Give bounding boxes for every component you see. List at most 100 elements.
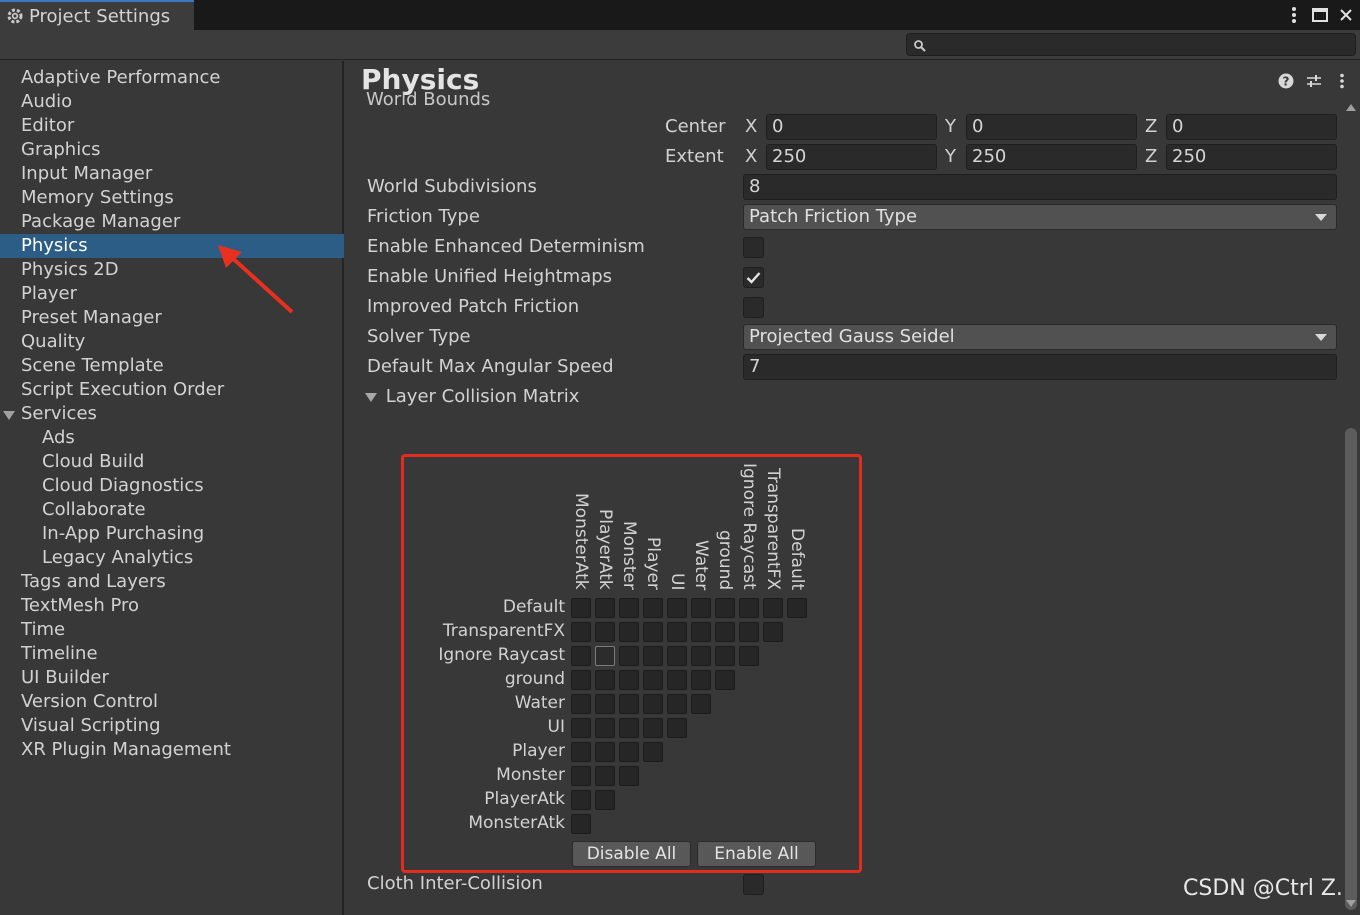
scroll-up-arrow-icon[interactable] [1346, 104, 1356, 111]
sidebar-item-collaborate[interactable]: Collaborate [0, 498, 344, 522]
sidebar-item-cloud-diagnostics[interactable]: Cloud Diagnostics [0, 474, 344, 498]
matrix-toggle-ground-playeratk[interactable] [595, 670, 615, 690]
matrix-toggle-ignore-raycast-ui[interactable] [667, 646, 687, 666]
sidebar-item-visual-scripting[interactable]: Visual Scripting [0, 714, 344, 738]
matrix-toggle-default-monsteratk[interactable] [571, 598, 591, 618]
matrix-toggle-default-player[interactable] [643, 598, 663, 618]
matrix-toggle-ignore-raycast-water[interactable] [691, 646, 711, 666]
sidebar-item-input-manager[interactable]: Input Manager [0, 162, 344, 186]
matrix-toggle-transparentfx-monster[interactable] [619, 622, 639, 642]
sidebar-item-script-execution-order[interactable]: Script Execution Order [0, 378, 344, 402]
sidebar-item-textmesh-pro[interactable]: TextMesh Pro [0, 594, 344, 618]
sidebar-item-ui-builder[interactable]: UI Builder [0, 666, 344, 690]
matrix-toggle-ground-monsteratk[interactable] [571, 670, 591, 690]
matrix-toggle-water-monster[interactable] [619, 694, 639, 714]
center-x-field[interactable]: 0 [766, 114, 937, 140]
disable-all-button[interactable]: Disable All [572, 841, 691, 867]
matrix-toggle-water-playeratk[interactable] [595, 694, 615, 714]
preset-sliders-icon[interactable] [1306, 72, 1322, 90]
layer-collision-matrix-foldout[interactable]: Layer Collision Matrix [364, 386, 579, 407]
matrix-toggle-default-ignore-raycast[interactable] [739, 598, 759, 618]
matrix-toggle-player-player[interactable] [643, 742, 663, 762]
matrix-toggle-ui-playeratk[interactable] [595, 718, 615, 738]
matrix-toggle-ground-water[interactable] [691, 670, 711, 690]
matrix-toggle-transparentfx-ui[interactable] [667, 622, 687, 642]
matrix-toggle-transparentfx-playeratk[interactable] [595, 622, 615, 642]
matrix-toggle-ui-monsteratk[interactable] [571, 718, 591, 738]
matrix-toggle-default-water[interactable] [691, 598, 711, 618]
matrix-toggle-default-ui[interactable] [667, 598, 687, 618]
help-icon[interactable]: ? [1278, 72, 1294, 90]
matrix-toggle-ground-player[interactable] [643, 670, 663, 690]
sidebar-item-memory-settings[interactable]: Memory Settings [0, 186, 344, 210]
matrix-toggle-default-monster[interactable] [619, 598, 639, 618]
more-options-icon[interactable] [1334, 72, 1350, 90]
matrix-toggle-player-monster[interactable] [619, 742, 639, 762]
cloth-inter-collision-checkbox[interactable] [743, 874, 764, 895]
matrix-toggle-default-playeratk[interactable] [595, 598, 615, 618]
max-angular-speed-field[interactable]: 7 [743, 354, 1337, 380]
sidebar-item-xr-plugin-management[interactable]: XR Plugin Management [0, 738, 344, 762]
sidebar-item-timeline[interactable]: Timeline [0, 642, 344, 666]
matrix-toggle-ignore-raycast-playeratk[interactable] [595, 646, 615, 666]
matrix-toggle-monster-monster[interactable] [619, 766, 639, 786]
matrix-toggle-playeratk-playeratk[interactable] [595, 790, 615, 810]
matrix-toggle-water-water[interactable] [691, 694, 711, 714]
sidebar-item-quality[interactable]: Quality [0, 330, 344, 354]
matrix-toggle-transparentfx-ignore-raycast[interactable] [739, 622, 759, 642]
sidebar-item-graphics[interactable]: Graphics [0, 138, 344, 162]
matrix-toggle-water-ui[interactable] [667, 694, 687, 714]
sidebar-item-services[interactable]: Services [0, 402, 344, 426]
more-options-icon[interactable] [1286, 5, 1302, 25]
matrix-toggle-monster-playeratk[interactable] [595, 766, 615, 786]
scroll-down-arrow-icon[interactable] [1346, 900, 1356, 907]
sidebar-item-time[interactable]: Time [0, 618, 344, 642]
matrix-toggle-transparentfx-player[interactable] [643, 622, 663, 642]
matrix-toggle-ui-player[interactable] [643, 718, 663, 738]
maximize-icon[interactable] [1312, 5, 1328, 25]
matrix-toggle-ground-ui[interactable] [667, 670, 687, 690]
center-z-field[interactable]: 0 [1166, 114, 1337, 140]
matrix-toggle-ui-ui[interactable] [667, 718, 687, 738]
sidebar-item-cloud-build[interactable]: Cloud Build [0, 450, 344, 474]
vertical-scrollbar[interactable] [1343, 100, 1360, 915]
matrix-toggle-water-player[interactable] [643, 694, 663, 714]
unified-heightmaps-checkbox[interactable] [743, 267, 764, 288]
matrix-toggle-ui-monster[interactable] [619, 718, 639, 738]
matrix-toggle-ignore-raycast-ground[interactable] [715, 646, 735, 666]
matrix-toggle-ignore-raycast-ignore-raycast[interactable] [739, 646, 759, 666]
center-y-field[interactable]: 0 [966, 114, 1137, 140]
matrix-toggle-ground-ground[interactable] [715, 670, 735, 690]
matrix-toggle-player-playeratk[interactable] [595, 742, 615, 762]
matrix-toggle-transparentfx-ground[interactable] [715, 622, 735, 642]
sidebar-item-legacy-analytics[interactable]: Legacy Analytics [0, 546, 344, 570]
sidebar-item-in-app-purchasing[interactable]: In-App Purchasing [0, 522, 344, 546]
matrix-toggle-playeratk-monsteratk[interactable] [571, 790, 591, 810]
sidebar-item-tags-and-layers[interactable]: Tags and Layers [0, 570, 344, 594]
sidebar-item-version-control[interactable]: Version Control [0, 690, 344, 714]
extent-y-field[interactable]: 250 [966, 144, 1137, 170]
close-icon[interactable] [1338, 5, 1354, 25]
matrix-toggle-monster-monsteratk[interactable] [571, 766, 591, 786]
sidebar-item-scene-template[interactable]: Scene Template [0, 354, 344, 378]
solver-type-dropdown[interactable]: Projected Gauss Seidel [743, 324, 1337, 350]
sidebar-item-adaptive-performance[interactable]: Adaptive Performance [0, 66, 344, 90]
sidebar-item-ads[interactable]: Ads [0, 426, 344, 450]
matrix-toggle-ignore-raycast-monsteratk[interactable] [571, 646, 591, 666]
matrix-toggle-transparentfx-transparentfx[interactable] [763, 622, 783, 642]
tab-project-settings[interactable]: Project Settings [0, 0, 194, 30]
friction-type-dropdown[interactable]: Patch Friction Type [743, 204, 1337, 230]
matrix-toggle-ignore-raycast-player[interactable] [643, 646, 663, 666]
sidebar-item-package-manager[interactable]: Package Manager [0, 210, 344, 234]
improved-patch-friction-checkbox[interactable] [743, 297, 764, 318]
matrix-toggle-water-monsteratk[interactable] [571, 694, 591, 714]
enable-all-button[interactable]: Enable All [697, 841, 816, 867]
foldout-arrow-icon[interactable] [3, 411, 15, 420]
search-input[interactable] [906, 33, 1356, 56]
matrix-toggle-default-transparentfx[interactable] [763, 598, 783, 618]
scrollbar-thumb[interactable] [1345, 428, 1357, 910]
extent-x-field[interactable]: 250 [766, 144, 937, 170]
sidebar-item-editor[interactable]: Editor [0, 114, 344, 138]
matrix-toggle-default-default[interactable] [787, 598, 807, 618]
matrix-toggle-ground-monster[interactable] [619, 670, 639, 690]
